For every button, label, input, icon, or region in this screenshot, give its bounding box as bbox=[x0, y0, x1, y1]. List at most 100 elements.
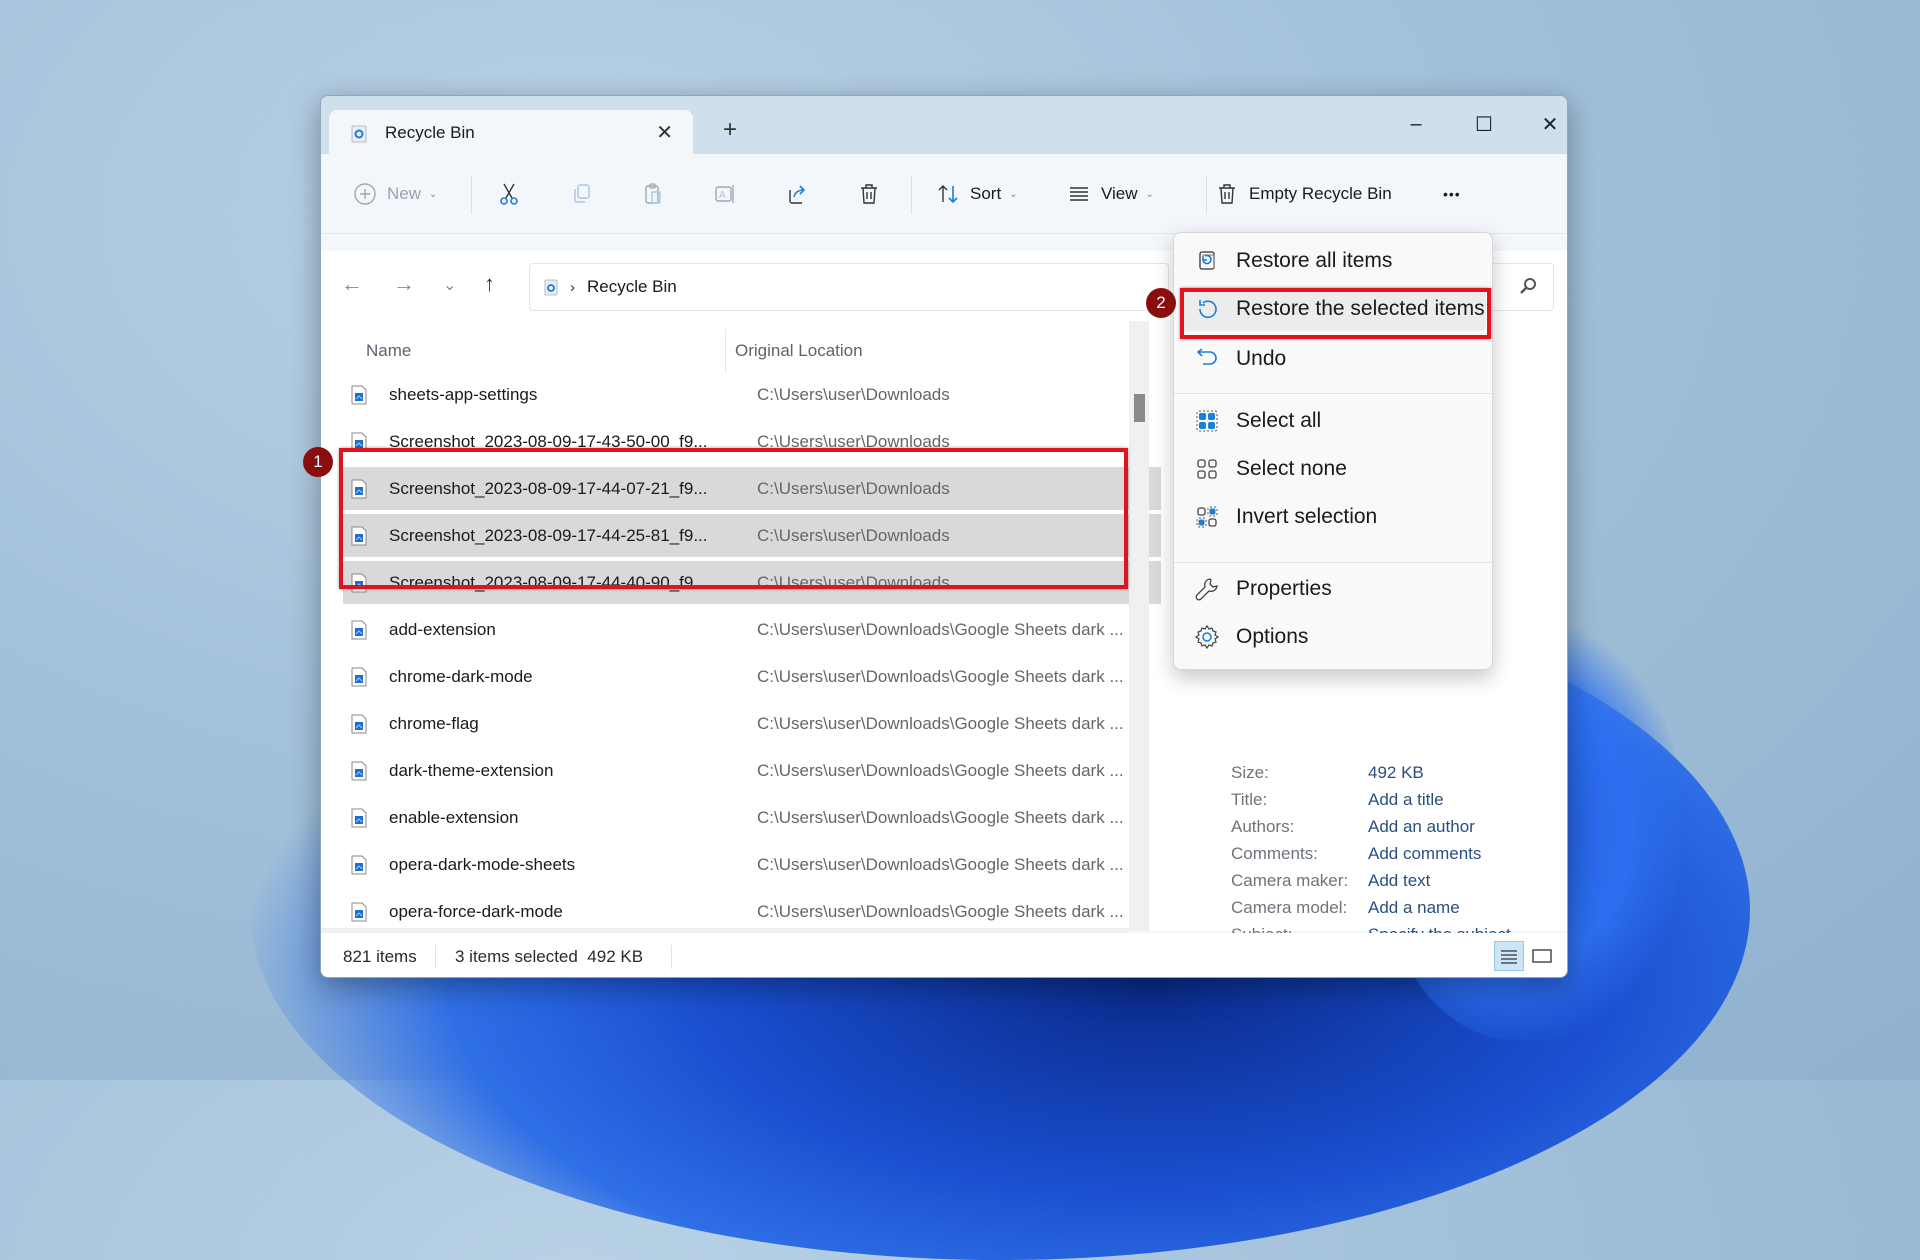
file-name: chrome-dark-mode bbox=[389, 666, 533, 686]
tab-recycle-bin[interactable]: Recycle Bin ✕ bbox=[329, 110, 693, 156]
copy-button[interactable] bbox=[569, 174, 593, 214]
menu-item-options[interactable]: Options bbox=[1180, 615, 1486, 659]
large-icons-view-icon bbox=[1532, 949, 1552, 963]
minimize-button[interactable]: – bbox=[1393, 106, 1439, 142]
delete-button[interactable] bbox=[857, 174, 881, 214]
delete-icon bbox=[861, 184, 877, 204]
menu-item-select-none[interactable]: Select none bbox=[1180, 447, 1486, 491]
file-row[interactable]: sheets-app-settings C:\Users\user\Downloa… bbox=[343, 373, 1161, 416]
file-original-location: C:\Users\user\Downloads\Google Sheets da… bbox=[757, 619, 1124, 639]
address-bar[interactable]: › Recycle Bin bbox=[529, 263, 1169, 311]
file-name: add-extension bbox=[389, 619, 496, 639]
paste-icon bbox=[645, 183, 661, 204]
sort-icon bbox=[938, 185, 958, 204]
property-value[interactable]: Add comments bbox=[1368, 844, 1481, 864]
status-bar: 821 items 3 items selected 492 KB bbox=[321, 933, 1567, 977]
close-button[interactable]: ✕ bbox=[1527, 106, 1567, 142]
property-label: Comments: bbox=[1231, 844, 1318, 863]
property-value: 492 KB bbox=[1368, 763, 1424, 782]
column-name[interactable]: Name bbox=[366, 341, 411, 361]
chevron-down-icon: ⌄ bbox=[1145, 188, 1154, 200]
file-row[interactable]: enable-extension C:\Users\user\Downloads\… bbox=[343, 796, 1161, 839]
chevron-right-icon: › bbox=[570, 278, 575, 296]
cut-button[interactable] bbox=[497, 174, 521, 214]
more-options-button[interactable]: ••• bbox=[1443, 174, 1461, 214]
svg-text:A: A bbox=[719, 190, 726, 201]
recent-locations-button[interactable]: ⌄ bbox=[443, 275, 456, 295]
column-divider[interactable] bbox=[725, 329, 726, 373]
column-original-location[interactable]: Original Location bbox=[735, 341, 863, 361]
file-original-location: C:\Users\user\Downloads\Google Sheets da… bbox=[757, 760, 1124, 780]
title-bar: Recycle Bin ✕ + – ☐ ✕ bbox=[321, 96, 1567, 156]
property-label: Camera maker: bbox=[1231, 871, 1349, 890]
menu-divider bbox=[1174, 562, 1492, 563]
new-tab-button[interactable]: + bbox=[723, 116, 737, 144]
file-name: opera-dark-mode-sheets bbox=[389, 854, 576, 874]
divider bbox=[1206, 176, 1207, 214]
cut-icon bbox=[500, 183, 518, 205]
menu-item-restore-all[interactable]: Restore all items bbox=[1180, 239, 1486, 283]
file-name: chrome-flag bbox=[389, 713, 479, 733]
menu-item-invert-selection[interactable]: Invert selection bbox=[1180, 495, 1486, 539]
selection-info: 3 items selected 492 KB bbox=[455, 947, 644, 966]
file-row[interactable]: opera-force-dark-mode C:\Users\user\Downl… bbox=[343, 890, 1161, 933]
rename-icon: A bbox=[715, 185, 734, 203]
file-name: sheets-app-settings bbox=[389, 384, 538, 404]
property-label: Title: bbox=[1231, 790, 1268, 809]
property-label: Size: bbox=[1231, 763, 1269, 782]
image-file-icon bbox=[351, 855, 367, 874]
property-value[interactable]: Add an author bbox=[1368, 817, 1475, 837]
rename-button[interactable]: A bbox=[713, 174, 737, 214]
file-row[interactable]: chrome-flag C:\Users\user\Downloads\Googl… bbox=[343, 702, 1161, 745]
image-file-icon bbox=[351, 808, 367, 827]
property-value[interactable]: Add text bbox=[1368, 871, 1430, 891]
property-label: Camera model: bbox=[1231, 898, 1348, 917]
recycle-bin-icon bbox=[544, 279, 558, 296]
menu-item-undo[interactable]: Undo bbox=[1180, 337, 1486, 381]
menu-item-select-all[interactable]: Select all bbox=[1180, 399, 1486, 443]
sort-button[interactable]: Sort ⌄ bbox=[936, 174, 1018, 214]
share-icon bbox=[789, 185, 806, 204]
maximize-button[interactable]: ☐ bbox=[1461, 106, 1507, 142]
details-view-button[interactable] bbox=[1494, 941, 1524, 971]
empty-recycle-bin-button[interactable]: Empty Recycle Bin bbox=[1215, 174, 1392, 214]
breadcrumb-recycle-bin[interactable]: Recycle Bin bbox=[587, 277, 677, 297]
file-row[interactable]: chrome-dark-mode C:\Users\user\Downloads\… bbox=[343, 655, 1161, 698]
file-row[interactable]: add-extension C:\Users\user\Downloads\Goo… bbox=[343, 608, 1161, 651]
copy-icon bbox=[574, 184, 590, 203]
annotation-badge-1: 1 bbox=[303, 447, 333, 477]
search-icon bbox=[1520, 278, 1536, 294]
property-value[interactable]: Add a title bbox=[1368, 790, 1444, 810]
file-row[interactable]: dark-theme-extension C:\Users\user\Downlo… bbox=[343, 749, 1161, 792]
paste-button[interactable] bbox=[641, 174, 665, 214]
view-button[interactable]: View ⌄ bbox=[1067, 174, 1154, 214]
large-icons-view-button[interactable] bbox=[1527, 941, 1557, 971]
file-original-location: C:\Users\user\Downloads bbox=[757, 384, 950, 404]
divider bbox=[435, 945, 436, 969]
share-button[interactable] bbox=[785, 174, 809, 214]
property-label: Authors: bbox=[1231, 817, 1295, 836]
chevron-down-icon: ⌄ bbox=[1009, 188, 1018, 200]
up-button[interactable]: ↑ bbox=[484, 271, 495, 297]
new-button[interactable]: New ⌄ bbox=[353, 174, 437, 214]
close-tab-icon[interactable]: ✕ bbox=[656, 120, 673, 145]
vertical-scrollbar-thumb[interactable] bbox=[1134, 394, 1145, 422]
tab-title: Recycle Bin bbox=[385, 123, 475, 142]
divider bbox=[671, 945, 672, 969]
annotation-box-selected-files bbox=[339, 448, 1128, 589]
menu-item-properties[interactable]: Properties bbox=[1180, 567, 1486, 611]
image-file-icon bbox=[351, 902, 367, 921]
file-original-location: C:\Users\user\Downloads\Google Sheets da… bbox=[757, 807, 1124, 827]
image-file-icon bbox=[351, 761, 367, 780]
options-icon bbox=[1194, 624, 1220, 650]
menu-divider bbox=[1174, 393, 1492, 394]
back-button[interactable]: ← bbox=[341, 271, 363, 297]
forward-button[interactable]: → bbox=[393, 271, 415, 297]
divider bbox=[911, 176, 912, 214]
properties-icon bbox=[1195, 578, 1218, 601]
file-original-location: C:\Users\user\Downloads\Google Sheets da… bbox=[757, 713, 1124, 733]
property-value[interactable]: Add a name bbox=[1368, 898, 1460, 918]
file-name: enable-extension bbox=[389, 807, 519, 827]
file-row[interactable]: opera-dark-mode-sheets C:\Users\user\Down… bbox=[343, 843, 1161, 886]
file-name: dark-theme-extension bbox=[389, 760, 554, 780]
